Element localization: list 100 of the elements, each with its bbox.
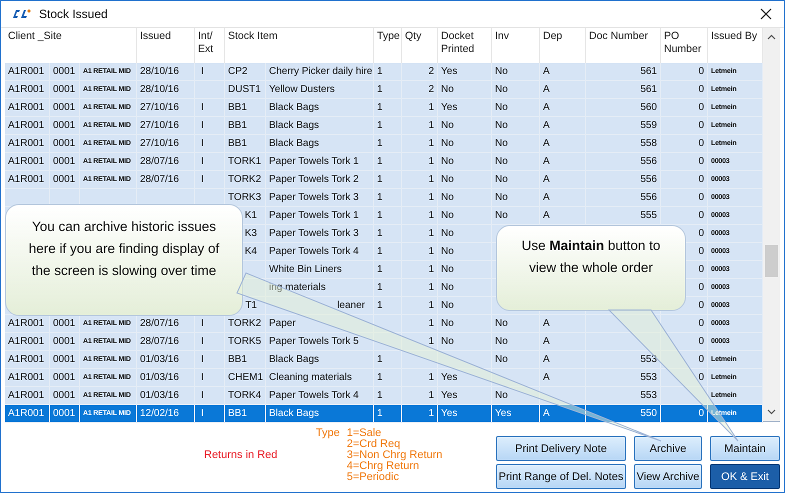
table-cell: A1R001 <box>5 135 50 152</box>
table-cell: 1 <box>402 369 438 386</box>
table-cell: 1 <box>402 189 438 206</box>
table-cell: BB1 <box>225 117 266 134</box>
table-cell: 2 <box>402 63 438 80</box>
table-cell: 1 <box>402 279 438 296</box>
table-cell: 1 <box>402 333 438 350</box>
table-cell: I <box>195 135 225 152</box>
table-cell: A1R001 <box>5 99 50 116</box>
legend-entry: 5=Periodic <box>346 472 400 483</box>
table-cell: 0 <box>661 117 708 134</box>
table-cell: 1 <box>402 225 438 242</box>
table-cell: Black Bags <box>266 351 374 368</box>
table-cell: 1 <box>374 279 402 296</box>
table-cell: 2 <box>402 81 438 98</box>
table-cell: 560 <box>586 99 661 116</box>
table-cell: 0001 <box>50 405 80 422</box>
table-cell: A1R001 <box>5 405 50 422</box>
table-cell: I <box>195 405 225 422</box>
table-cell: 1 <box>402 117 438 134</box>
table-cell: Cherry Picker daily hire <box>266 63 374 80</box>
table-cell: 558 <box>586 135 661 152</box>
table-cell: 0001 <box>50 387 80 404</box>
table-cell: Paper Towels Tork 5 <box>266 333 374 350</box>
button[interactable]: View Archive <box>634 464 702 489</box>
table-cell: 0 <box>661 135 708 152</box>
table-cell: A1R001 <box>5 117 50 134</box>
table-cell: 1 <box>374 369 402 386</box>
table-cell: Paper Towels Tork 4 <box>266 387 374 404</box>
table-cell: 1 <box>374 225 402 242</box>
returns-note: Returns in Red <box>204 449 278 463</box>
table-cell: A <box>540 81 586 98</box>
table-cell: 1 <box>402 99 438 116</box>
table-cell: 1 <box>402 135 438 152</box>
table-cell: leaner <box>266 297 374 314</box>
table-cell: No <box>438 315 492 332</box>
table-cell: 556 <box>586 189 661 206</box>
table-cell: 1 <box>374 81 402 98</box>
table-cell: Paper <box>266 315 374 332</box>
button[interactable]: Print Range of Del. Notes <box>496 464 626 489</box>
table-cell: 0 <box>661 153 708 170</box>
close-icon[interactable] <box>760 8 772 20</box>
table-cell: CHEM1 <box>225 369 266 386</box>
table-cell: No <box>492 171 540 188</box>
table-cell: 0001 <box>50 333 80 350</box>
table-cell: A <box>540 207 586 224</box>
button[interactable]: Print Delivery Note <box>496 436 626 461</box>
table-cell: 1 <box>402 207 438 224</box>
scroll-up-icon[interactable] <box>767 34 776 40</box>
table-cell: No <box>438 189 492 206</box>
table-cell: 0 <box>661 333 708 350</box>
table-cell: A <box>540 117 586 134</box>
table-cell: 559 <box>586 117 661 134</box>
button[interactable]: Maintain <box>710 436 780 461</box>
legend-entry: 4=Chrg Return <box>346 461 420 472</box>
table-cell: No <box>438 153 492 170</box>
table-cell: 28/10/16 <box>137 81 195 98</box>
table-cell: A <box>540 351 586 368</box>
legend-label: Type <box>316 428 340 441</box>
table-cell: No <box>492 189 540 206</box>
table-cell: I <box>195 333 225 350</box>
table-cell: A1R001 <box>5 333 50 350</box>
table-cell: I <box>195 351 225 368</box>
table-cell: TORK1 <box>225 153 266 170</box>
legend-entry: 2=Crd Req <box>346 439 402 450</box>
scroll-thumb[interactable] <box>765 245 778 277</box>
table-cell: A <box>540 135 586 152</box>
table-cell: 27/10/16 <box>137 135 195 152</box>
table-cell: 0001 <box>50 351 80 368</box>
table-cell: Paper Towels Tork 3 <box>266 225 374 242</box>
button[interactable]: OK & Exit <box>710 464 780 489</box>
table-cell: A <box>540 189 586 206</box>
table-cell: 1 <box>374 171 402 188</box>
table-cell: A <box>540 405 586 422</box>
button[interactable]: Archive <box>634 436 702 461</box>
table-cell: 1 <box>374 189 402 206</box>
table-cell: 0 <box>661 189 708 206</box>
table-cell: 0 <box>661 369 708 386</box>
table-cell: A <box>540 99 586 116</box>
table-cell: 1 <box>374 243 402 260</box>
table-cell: I <box>195 117 225 134</box>
table-cell: 0 <box>661 405 708 422</box>
table-cell: No <box>492 207 540 224</box>
table-cell: No <box>492 315 540 332</box>
scrollbar[interactable] <box>763 28 780 421</box>
table-cell: No <box>492 153 540 170</box>
table-cell: 0 <box>661 63 708 80</box>
table-cell: 0 <box>661 351 708 368</box>
table-cell: 1 <box>402 243 438 260</box>
table-cell: A <box>540 171 586 188</box>
table-cell: BB1 <box>225 135 266 152</box>
table-cell: 0 <box>661 99 708 116</box>
table-cell: Yes <box>438 99 492 116</box>
table-cell: 1 <box>374 405 402 422</box>
table-cell: No <box>492 63 540 80</box>
legend-entry: 3=Non Chrg Return <box>346 450 442 461</box>
table-cell: A1R001 <box>5 387 50 404</box>
table-cell: 556 <box>586 171 661 188</box>
table-cell: 0001 <box>50 117 80 134</box>
scroll-down-icon[interactable] <box>767 409 776 415</box>
